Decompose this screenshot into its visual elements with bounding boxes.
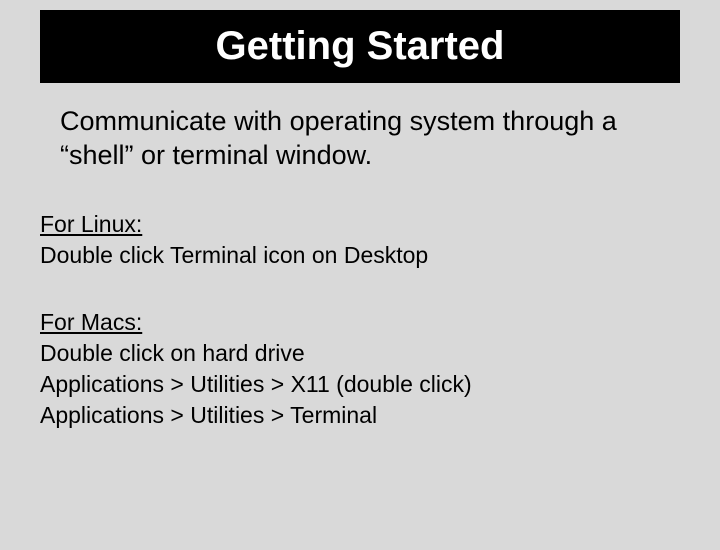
linux-line: Double click Terminal icon on Desktop <box>40 240 660 271</box>
macs-line-1: Double click on hard drive <box>40 338 660 369</box>
macs-section: For Macs: Double click on hard drive App… <box>40 307 660 431</box>
linux-heading: For Linux: <box>40 209 660 240</box>
linux-section: For Linux: Double click Terminal icon on… <box>40 209 660 271</box>
macs-heading: For Macs: <box>40 307 660 338</box>
title-bar: Getting Started <box>40 10 680 83</box>
slide-title: Getting Started <box>40 24 680 69</box>
macs-line-2: Applications > Utilities > X11 (double c… <box>40 369 660 400</box>
intro-text: Communicate with operating system throug… <box>60 105 660 173</box>
macs-line-3: Applications > Utilities > Terminal <box>40 400 660 431</box>
